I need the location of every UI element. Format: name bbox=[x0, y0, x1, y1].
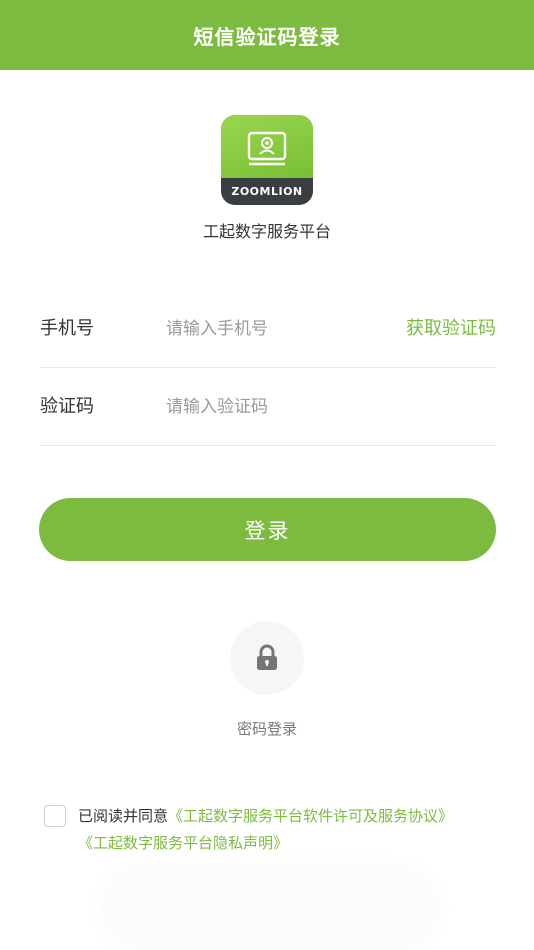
privacy-link[interactable]: 《工起数字服务平台隐私声明》 bbox=[78, 834, 288, 852]
phone-row: 手机号 获取验证码 bbox=[40, 290, 496, 368]
password-login-label[interactable]: 密码登录 bbox=[0, 718, 534, 739]
code-input[interactable] bbox=[166, 392, 366, 422]
bottom-fade bbox=[100, 865, 440, 950]
logo-brand-band: ZOOMLION bbox=[221, 178, 313, 205]
header-bar: 短信验证码登录 bbox=[0, 0, 534, 70]
login-button[interactable]: 登录 bbox=[39, 498, 496, 561]
agreement-line-1: 已阅读并同意《工起数字服务平台软件许可及服务协议》 bbox=[78, 805, 453, 827]
monitor-camera-icon bbox=[247, 131, 287, 166]
get-code-button[interactable]: 获取验证码 bbox=[406, 290, 496, 368]
password-login-button[interactable] bbox=[230, 621, 304, 695]
code-row: 验证码 bbox=[40, 368, 496, 446]
logo-brand-text: ZOOMLION bbox=[231, 185, 303, 198]
agreement-checkbox[interactable] bbox=[44, 805, 66, 827]
lock-icon bbox=[257, 644, 277, 670]
app-name: 工起数字服务平台 bbox=[202, 222, 331, 241]
app-logo: ZOOMLION bbox=[221, 115, 313, 205]
terms-link[interactable]: 《工起数字服务平台软件许可及服务协议》 bbox=[168, 807, 453, 825]
agreement-line-2: 《工起数字服务平台隐私声明》 bbox=[78, 832, 288, 854]
code-label: 验证码 bbox=[40, 396, 94, 417]
page-title: 短信验证码登录 bbox=[193, 24, 341, 49]
phone-input[interactable] bbox=[166, 314, 366, 344]
phone-label: 手机号 bbox=[40, 318, 94, 339]
agreement-prefix: 已阅读并同意 bbox=[78, 807, 169, 825]
